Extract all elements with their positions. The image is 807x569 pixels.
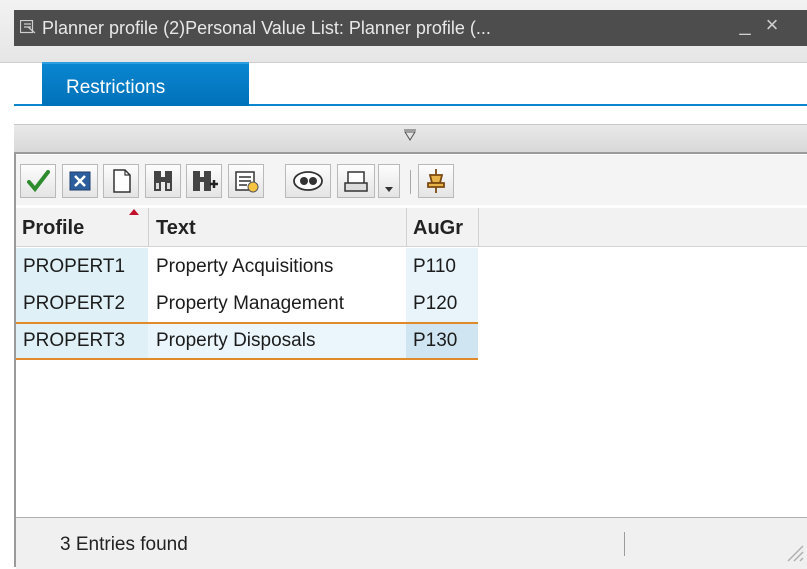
cell-profile[interactable]: PROPERT1 xyxy=(16,248,148,286)
cell-profile[interactable]: PROPERT3 xyxy=(16,322,148,360)
status-separator xyxy=(624,532,625,556)
view-icon xyxy=(293,171,323,191)
printer-icon xyxy=(344,171,368,192)
window-title: Planner profile (2)Personal Value List: … xyxy=(42,18,491,38)
binoculars-icon xyxy=(154,171,172,191)
cell-profile[interactable]: PROPERT2 xyxy=(16,285,148,323)
print-menu-button[interactable] xyxy=(378,164,400,198)
cancel-button[interactable] xyxy=(62,164,98,198)
resize-grip-icon[interactable] xyxy=(782,540,804,562)
binoculars-plus-icon xyxy=(193,171,218,191)
cell-text[interactable]: Property Management xyxy=(148,285,406,323)
find-next-button[interactable] xyxy=(186,164,222,198)
personal-list-button[interactable] xyxy=(418,164,454,198)
toolbar-separator xyxy=(410,170,411,194)
cell-text[interactable]: Property Acquisitions xyxy=(148,248,406,286)
pin-icon xyxy=(427,169,445,193)
new-document-button[interactable] xyxy=(103,164,139,198)
cell-augr[interactable]: P110 xyxy=(406,248,478,286)
details-button[interactable] xyxy=(228,164,264,198)
dropdown-arrow-icon xyxy=(385,187,393,192)
cell-text[interactable]: Property Disposals xyxy=(148,322,406,360)
collapse-triangle-icon[interactable] xyxy=(403,129,417,141)
window-menu-icon[interactable] xyxy=(20,20,36,34)
column-header-text[interactable]: Text xyxy=(156,208,196,246)
document-icon xyxy=(113,169,131,193)
view-button[interactable] xyxy=(285,164,331,198)
column-divider[interactable] xyxy=(406,208,407,246)
status-message: 3 Entries found xyxy=(60,534,188,555)
column-divider[interactable] xyxy=(478,208,479,246)
green-check-icon xyxy=(27,170,50,193)
find-button[interactable] xyxy=(145,164,181,198)
column-header-augr[interactable]: AuGr xyxy=(413,208,463,246)
sort-ascending-icon xyxy=(129,209,139,215)
minimize-button[interactable]: _ xyxy=(735,15,755,35)
cell-augr[interactable]: P120 xyxy=(406,285,478,323)
cell-augr[interactable]: P130 xyxy=(406,322,478,360)
column-divider[interactable] xyxy=(148,208,149,246)
column-header-profile[interactable]: Profile xyxy=(22,208,84,246)
close-button[interactable]: × xyxy=(762,14,782,36)
print-button[interactable] xyxy=(337,164,375,198)
cancel-x-icon xyxy=(69,171,91,191)
tab-restrictions[interactable]: Restrictions xyxy=(42,62,249,106)
continue-button[interactable] xyxy=(20,164,56,198)
details-icon xyxy=(235,171,259,193)
